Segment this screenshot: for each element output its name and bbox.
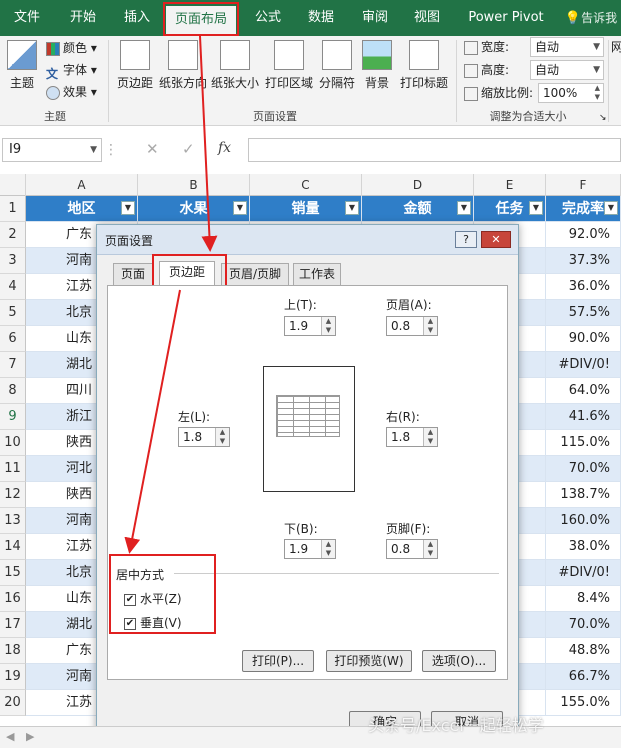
- annotation-arrows: [124, 35, 218, 554]
- nav-left-icon[interactable]: ◀: [6, 730, 14, 743]
- arrow-tab-to-margins: [199, 35, 218, 252]
- watermark-text: 头条号/Excel一起轻松学: [368, 716, 544, 735]
- arrow-margins-to-center: [124, 289, 181, 554]
- nav-right-icon[interactable]: ▶: [26, 730, 34, 743]
